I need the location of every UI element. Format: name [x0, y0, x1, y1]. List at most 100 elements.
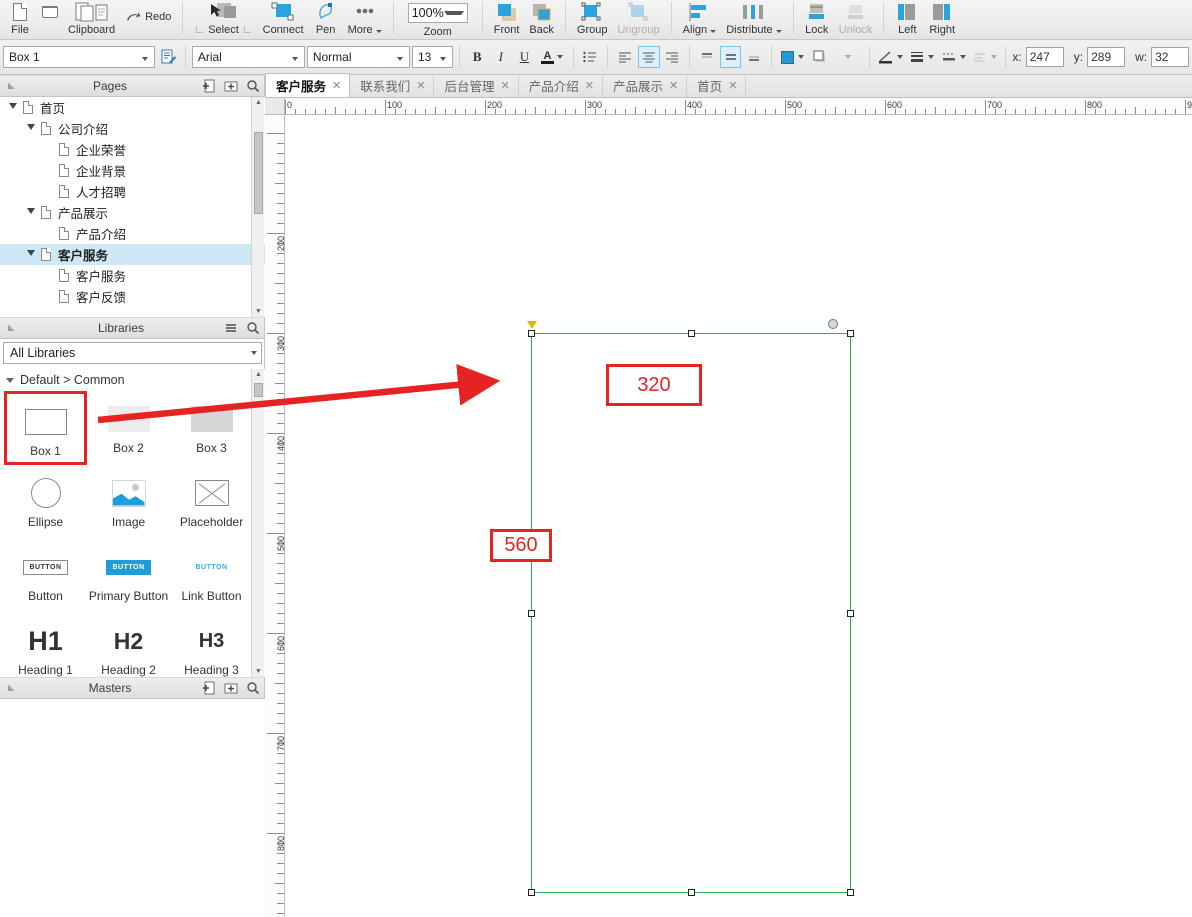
valign-middle-button[interactable] — [719, 46, 742, 68]
close-icon[interactable]: ✕ — [332, 79, 341, 92]
resize-handle-sw[interactable] — [528, 889, 535, 896]
bring-front-button[interactable]: Front — [489, 0, 525, 38]
send-back-button[interactable]: Back — [524, 0, 558, 38]
resize-handle-se[interactable] — [847, 889, 854, 896]
close-icon[interactable]: ✕ — [500, 79, 509, 92]
library-item-box-2[interactable]: Box 2 — [87, 391, 170, 465]
libraries-scrollbar[interactable]: ▲ ▼ — [251, 369, 264, 677]
line-style-button[interactable] — [938, 46, 967, 68]
page-tree-item[interactable]: 客户服务 — [0, 265, 265, 286]
page-tab[interactable]: 首页 ✕ — [687, 74, 747, 97]
redo-button[interactable]: Redo — [120, 3, 176, 29]
x-input[interactable]: 247 — [1025, 47, 1064, 67]
pages-tree[interactable]: 首页 公司介绍 企业荣誉 企业背景 人才招聘 产品展示 产品介绍 客户服务 客户服务 客户反馈 — [0, 97, 265, 317]
open-folder-button[interactable] — [37, 0, 63, 38]
w-input[interactable]: 32 — [1151, 47, 1190, 67]
page-tab[interactable]: 后台管理 ✕ — [434, 74, 519, 97]
close-icon[interactable]: ✕ — [669, 79, 678, 92]
search-icon[interactable] — [242, 317, 264, 339]
scroll-down-arrow[interactable]: ▼ — [252, 666, 265, 677]
library-item-heading-2[interactable]: H2 Heading 2 — [87, 613, 170, 678]
resize-handle-ne[interactable] — [847, 330, 854, 337]
zoom-dropdown[interactable]: 100% — [407, 1, 468, 25]
connect-tool-button[interactable]: Connect — [258, 0, 309, 38]
page-tab[interactable]: 联系我们 ✕ — [350, 74, 435, 97]
scroll-thumb[interactable] — [254, 132, 263, 214]
scroll-thumb[interactable] — [254, 383, 263, 397]
library-item-heading-1[interactable]: H1 Heading 1 — [4, 613, 87, 678]
close-icon[interactable]: ✕ — [728, 79, 737, 92]
align-button[interactable]: Align — [678, 0, 722, 38]
library-item-image[interactable]: Image — [87, 465, 170, 539]
tree-expand-toggle[interactable] — [24, 124, 38, 133]
shadow-dropdown-button[interactable] — [833, 46, 862, 68]
font-style-select[interactable]: Normal — [306, 46, 410, 68]
library-select[interactable]: All Libraries — [3, 342, 262, 364]
widget-name-select[interactable]: Box 1 — [3, 46, 156, 68]
selected-widget-box1[interactable] — [527, 319, 854, 896]
search-icon[interactable] — [242, 75, 264, 97]
page-tree-item[interactable]: 公司介绍 — [0, 118, 265, 139]
page-tree-item[interactable]: 客户服务 — [0, 244, 265, 265]
masters-list[interactable] — [0, 699, 265, 917]
page-tree-item[interactable]: 企业荣誉 — [0, 139, 265, 160]
page-tree-item[interactable]: 人才招聘 — [0, 181, 265, 202]
group-button[interactable]: Group — [572, 0, 613, 38]
library-item-box-1[interactable]: Box 1 — [4, 391, 87, 465]
bold-button[interactable]: B — [466, 46, 488, 68]
resize-handle-w[interactable] — [528, 610, 535, 617]
arrow-style-button[interactable] — [970, 46, 999, 68]
scroll-down-arrow[interactable]: ▼ — [252, 306, 265, 317]
align-left-button[interactable] — [614, 46, 636, 68]
unlock-button[interactable]: Unlock — [834, 0, 878, 38]
library-item-heading-3[interactable]: H3 Heading 3 — [170, 613, 253, 678]
page-tree-item[interactable]: 产品展示 — [0, 202, 265, 223]
bullet-list-button[interactable] — [580, 46, 602, 68]
page-tree-item[interactable]: 企业背景 — [0, 160, 265, 181]
fill-color-button[interactable] — [778, 46, 807, 68]
font-color-button[interactable]: A — [537, 46, 566, 68]
underline-button[interactable]: U — [514, 46, 536, 68]
more-tools-button[interactable]: More — [343, 0, 387, 38]
align-right-button[interactable] — [662, 46, 684, 68]
lock-button[interactable]: Lock — [800, 0, 834, 38]
collapse-icon[interactable] — [0, 75, 22, 97]
valign-bottom-button[interactable] — [743, 46, 765, 68]
library-group-header[interactable]: Default > Common — [0, 369, 265, 391]
close-icon[interactable]: ✕ — [585, 79, 594, 92]
scroll-up-arrow[interactable]: ▲ — [252, 97, 265, 108]
y-input[interactable]: 289 — [1087, 47, 1126, 67]
page-tree-item[interactable]: 产品介绍 — [0, 223, 265, 244]
resize-handle-e[interactable] — [847, 610, 854, 617]
menu-icon[interactable] — [220, 317, 242, 339]
close-icon[interactable]: ✕ — [416, 79, 425, 92]
collapse-icon[interactable] — [0, 677, 22, 699]
select-tool-button[interactable]: ∟ Select ∟ — [189, 0, 257, 38]
ungroup-button[interactable]: Ungroup — [612, 0, 664, 38]
libraries-list[interactable]: Default > Common Box 1 Box 2 Box 3 Ellipse I… — [0, 369, 265, 677]
font-size-select[interactable]: 13 — [411, 46, 454, 68]
library-item-link-button[interactable]: BUTTON Link Button — [170, 539, 253, 613]
font-family-select[interactable]: Arial — [191, 46, 305, 68]
file-button[interactable]: File — [3, 0, 37, 38]
tree-expand-toggle[interactable] — [24, 208, 38, 217]
page-tab[interactable]: 产品展示 ✕ — [603, 74, 688, 97]
library-item-box-3[interactable]: Box 3 — [170, 391, 253, 465]
page-tab[interactable]: 产品介绍 ✕ — [519, 74, 603, 97]
page-tree-item[interactable]: 首页 — [0, 97, 265, 118]
rotate-handle[interactable] — [828, 319, 838, 329]
scroll-up-arrow[interactable]: ▲ — [252, 369, 265, 380]
tree-expand-toggle[interactable] — [24, 250, 38, 259]
add-folder-icon[interactable] — [220, 75, 242, 97]
zoom-control[interactable]: 100% Zoom — [403, 0, 473, 38]
add-folder-icon[interactable] — [220, 677, 242, 699]
page-tree-item[interactable]: 客户反馈 — [0, 286, 265, 307]
pages-scrollbar[interactable]: ▲ ▼ — [251, 97, 264, 317]
resize-handle-s[interactable] — [688, 889, 695, 896]
shadow-button[interactable] — [809, 46, 831, 68]
distribute-button[interactable]: Distribute — [721, 0, 787, 38]
line-width-button[interactable] — [907, 46, 936, 68]
tree-expand-toggle[interactable] — [6, 103, 20, 112]
notes-icon[interactable] — [157, 46, 179, 68]
library-item-ellipse[interactable]: Ellipse — [4, 465, 87, 539]
